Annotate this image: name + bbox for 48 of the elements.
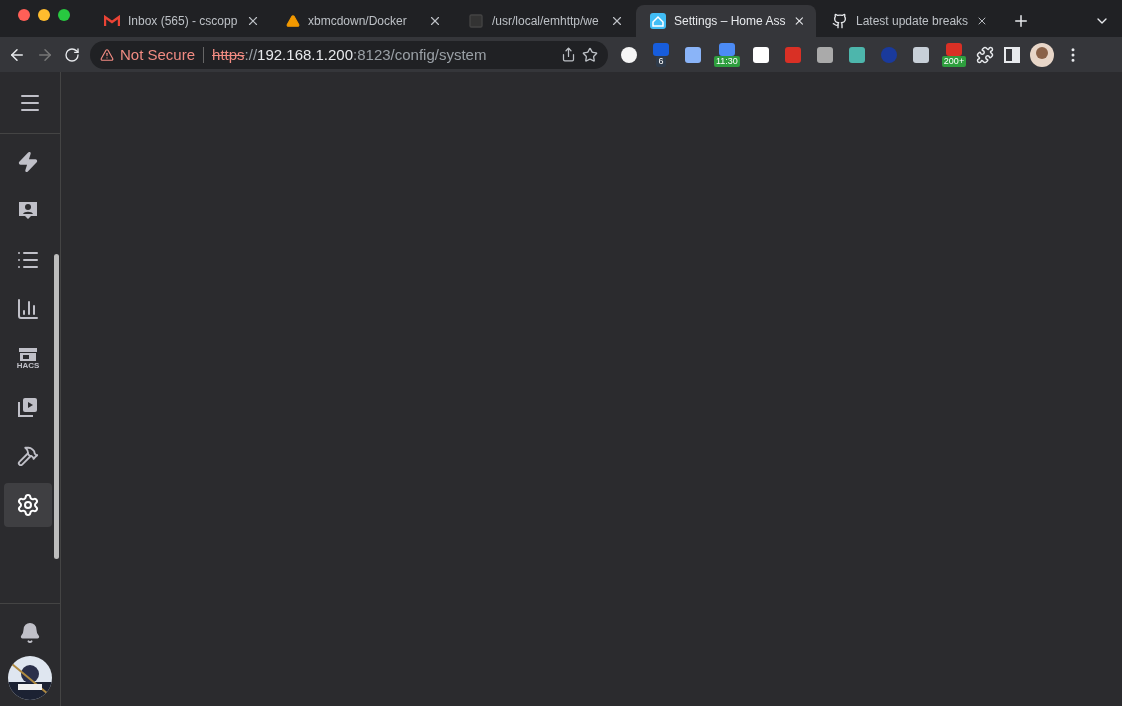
item-label: HACS (16, 360, 40, 370)
browser-tab[interactable]: Inbox (565) - cscopp (90, 5, 270, 37)
scrollbar[interactable] (54, 254, 59, 559)
browser-tab[interactable]: xbmcdown/Docker (272, 5, 452, 37)
star-icon[interactable] (582, 46, 598, 63)
tab-title: Latest update breaks (856, 14, 969, 28)
security-label: Not Secure (120, 46, 196, 63)
home-icon (650, 13, 666, 29)
square-icon (468, 13, 484, 29)
sidebar-item[interactable] (4, 483, 52, 527)
close-icon[interactable] (793, 14, 806, 28)
store-icon (17, 346, 39, 361)
extension-badge: 200+ (941, 56, 967, 67)
minimize-window-button[interactable] (38, 9, 50, 21)
address-field[interactable]: Not Secure https://192.168.1.200:8123/config/system (90, 40, 608, 69)
close-icon[interactable] (610, 14, 624, 28)
warning-icon (100, 47, 114, 62)
github-icon (832, 13, 848, 29)
browser-tab[interactable]: /usr/local/emhttp/we (454, 5, 634, 37)
close-icon[interactable] (428, 14, 442, 28)
share-icon[interactable] (561, 47, 576, 62)
puzzle-icon[interactable] (976, 45, 995, 64)
person-icon (17, 200, 39, 222)
hammer-icon (17, 445, 39, 467)
close-icon[interactable] (246, 14, 260, 28)
extension-badge: 6 (656, 56, 666, 67)
sidebar-item[interactable]: HACS (4, 336, 52, 380)
extension-badge: 11:30 (714, 56, 740, 67)
settings-icon (16, 493, 40, 517)
tab-title: Settings – Home Ass (674, 14, 786, 28)
lightning-icon (17, 151, 39, 173)
close-window-button[interactable] (18, 9, 30, 21)
tab-title: /usr/local/emhttp/we (492, 14, 599, 28)
tab-title: Inbox (565) - cscopp (128, 14, 238, 28)
zoom-window-button[interactable] (58, 9, 70, 21)
side-panel-icon[interactable] (1004, 46, 1021, 63)
tab-title: xbmcdown/Docker (308, 14, 407, 28)
browser-tab[interactable]: Latest update breaks (818, 5, 998, 37)
profile-avatar[interactable] (1030, 42, 1055, 67)
mail-icon (104, 15, 120, 27)
media-icon (17, 396, 39, 418)
chart-icon (16, 297, 40, 321)
bell-icon[interactable] (19, 622, 41, 644)
browser-tab[interactable]: Settings – Home Ass (636, 5, 816, 37)
reload-icon[interactable] (64, 46, 80, 63)
new-tab-icon[interactable] (1012, 12, 1030, 30)
url-text: https://192.168.1.200:8123/config/system (212, 46, 487, 63)
warning-icon (286, 14, 300, 28)
